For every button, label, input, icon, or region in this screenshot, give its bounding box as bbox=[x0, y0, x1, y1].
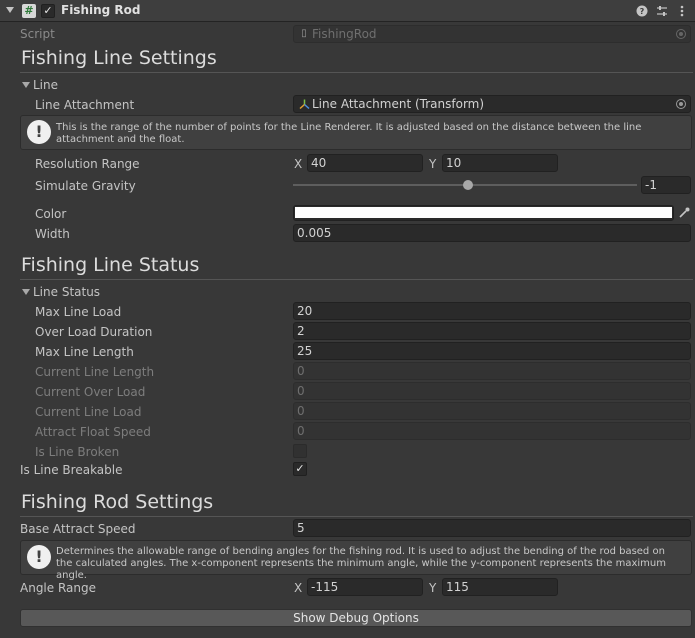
help-box-line: ! This is the range of the number of poi… bbox=[20, 115, 692, 150]
section-heading-line-settings: Fishing Line Settings bbox=[21, 47, 217, 69]
foldout-line-status-label[interactable]: Line Status bbox=[33, 285, 100, 299]
help-icon[interactable]: ? bbox=[635, 3, 649, 19]
simulate-gravity-label: Simulate Gravity bbox=[35, 179, 136, 193]
simulate-gravity-field[interactable]: -1 bbox=[641, 176, 691, 194]
resolution-y-field[interactable]: 10 bbox=[442, 154, 558, 172]
script-icon: # bbox=[22, 4, 36, 18]
simulate-gravity-slider-thumb[interactable] bbox=[463, 180, 473, 190]
over-load-duration-label: Over Load Duration bbox=[35, 325, 153, 339]
foldout-line-label[interactable]: Line bbox=[33, 78, 58, 92]
angle-range-label: Angle Range bbox=[20, 581, 96, 595]
info-icon: ! bbox=[27, 545, 51, 569]
help-box-angle: ! Determines the allowable range of bend… bbox=[20, 540, 692, 581]
is-line-breakable-label: Is Line Breakable bbox=[20, 463, 123, 477]
foldout-line-status-icon[interactable] bbox=[22, 289, 30, 295]
show-debug-options-button[interactable]: Show Debug Options bbox=[20, 609, 692, 627]
section-divider bbox=[20, 516, 693, 517]
attract-float-speed-field: 0 bbox=[293, 422, 691, 440]
resolution-range-label: Resolution Range bbox=[35, 157, 140, 171]
section-divider bbox=[20, 279, 693, 280]
current-line-load-field: 0 bbox=[293, 402, 691, 420]
max-line-load-field[interactable]: 20 bbox=[293, 302, 691, 320]
script-label: Script bbox=[20, 27, 55, 41]
foldout-line-icon[interactable] bbox=[22, 82, 30, 88]
base-attract-speed-label: Base Attract Speed bbox=[20, 522, 136, 536]
component-enabled-checkbox[interactable]: ✓ bbox=[41, 4, 55, 18]
svg-text:?: ? bbox=[640, 7, 645, 16]
angle-x-field[interactable]: -115 bbox=[307, 578, 423, 596]
over-load-duration-field[interactable]: 2 bbox=[293, 322, 691, 340]
color-swatch bbox=[295, 207, 672, 218]
line-attachment-label: Line Attachment bbox=[35, 98, 135, 112]
object-picker-icon bbox=[676, 29, 686, 39]
max-line-load-label: Max Line Load bbox=[35, 305, 122, 319]
transform-icon bbox=[298, 97, 310, 111]
angle-x-label: X bbox=[294, 581, 303, 595]
eyedropper-icon[interactable] bbox=[677, 205, 691, 221]
is-line-breakable-checkbox[interactable]: ✓ bbox=[293, 462, 307, 476]
script-field: ▯ FishingRod bbox=[293, 25, 691, 43]
current-over-load-label: Current Over Load bbox=[35, 385, 146, 399]
info-icon: ! bbox=[27, 120, 51, 144]
is-line-broken-checkbox bbox=[293, 444, 307, 458]
attract-float-speed-label: Attract Float Speed bbox=[35, 425, 151, 439]
resolution-x-label: X bbox=[294, 157, 303, 171]
max-line-length-field[interactable]: 25 bbox=[293, 342, 691, 360]
color-field[interactable] bbox=[293, 205, 674, 221]
section-heading-line-status: Fishing Line Status bbox=[21, 254, 200, 276]
object-picker-icon[interactable] bbox=[676, 99, 686, 109]
width-label: Width bbox=[35, 227, 70, 241]
current-line-length-label: Current Line Length bbox=[35, 365, 155, 379]
current-line-load-label: Current Line Load bbox=[35, 405, 142, 419]
max-line-length-label: Max Line Length bbox=[35, 345, 134, 359]
current-over-load-field: 0 bbox=[293, 382, 691, 400]
help-text-angle: Determines the allowable range of bendin… bbox=[56, 546, 666, 581]
resolution-y-label: Y bbox=[429, 157, 437, 171]
is-line-broken-label: Is Line Broken bbox=[35, 445, 120, 459]
help-text-line: This is the range of the number of point… bbox=[56, 122, 642, 145]
section-divider bbox=[20, 72, 693, 73]
menu-icon[interactable] bbox=[675, 3, 689, 19]
resolution-x-field[interactable]: 40 bbox=[307, 154, 423, 172]
base-attract-speed-field[interactable]: 5 bbox=[293, 519, 691, 537]
script-file-icon: ▯ bbox=[301, 28, 307, 39]
component-header: # ✓ Fishing Rod ? bbox=[0, 0, 695, 22]
section-heading-rod-settings: Fishing Rod Settings bbox=[21, 491, 214, 513]
width-field[interactable]: 0.005 bbox=[293, 224, 691, 242]
current-line-length-field: 0 bbox=[293, 362, 691, 380]
script-value: FishingRod bbox=[312, 27, 377, 41]
presets-icon[interactable] bbox=[655, 3, 669, 19]
component-title: Fishing Rod bbox=[61, 3, 141, 17]
angle-y-field[interactable]: 115 bbox=[442, 578, 558, 596]
foldout-arrow-icon[interactable] bbox=[6, 7, 14, 13]
line-attachment-field[interactable]: Line Attachment (Transform) bbox=[293, 95, 691, 113]
line-attachment-value: Line Attachment (Transform) bbox=[312, 97, 485, 111]
color-label: Color bbox=[35, 207, 67, 221]
angle-y-label: Y bbox=[429, 581, 437, 595]
